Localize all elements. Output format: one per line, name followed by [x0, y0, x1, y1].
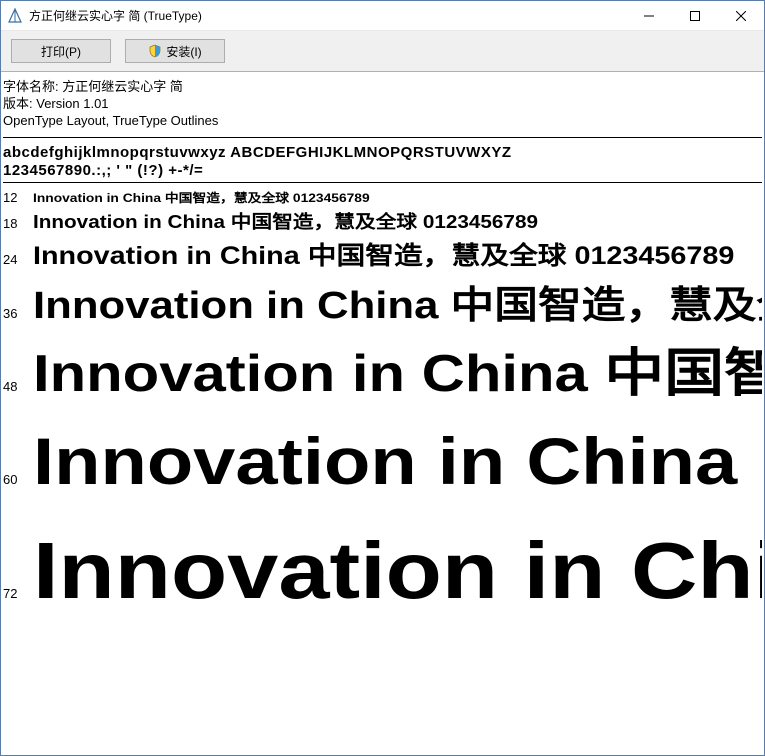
sample-list: 12 Innovation in China 中国智造，慧及全球 0123456…: [3, 189, 762, 622]
titlebar: 方正何继云实心字 简 (TrueType): [1, 1, 764, 31]
sample-text: Innovation in China 中国智造，慧及全球 0123456789: [33, 408, 762, 504]
charset-sample: abcdefghijklmnopqrstuvwxyz ABCDEFGHIJKLM…: [3, 144, 762, 180]
font-layout-info: OpenType Layout, TrueType Outlines: [3, 113, 218, 128]
sample-text: Innovation in China 中国智造，慧及全球 0123456789: [33, 208, 538, 234]
install-button-label: 安装(I): [166, 43, 201, 60]
size-label: 48: [3, 379, 33, 394]
shield-icon: [148, 44, 162, 58]
size-label: 72: [3, 586, 33, 601]
font-meta: 字体名称: 方正何继云实心字 简 版本: Version 1.01 OpenTy…: [3, 76, 762, 135]
font-name-value: 方正何继云实心字 简: [62, 79, 183, 94]
window-title: 方正何继云实心字 简 (TrueType): [29, 7, 626, 24]
sample-row: 12 Innovation in China 中国智造，慧及全球 0123456…: [3, 189, 762, 206]
sample-text: Innovation in China 中国智造，慧及全球 0123456789: [33, 274, 762, 329]
print-button-label: 打印(P): [41, 43, 81, 60]
size-label: 36: [3, 306, 33, 321]
font-name-label: 字体名称:: [3, 79, 59, 94]
separator: [3, 182, 762, 183]
content-area: 字体名称: 方正何继云实心字 简 版本: Version 1.01 OpenTy…: [1, 72, 764, 626]
minimize-button[interactable]: [626, 1, 672, 30]
sample-text: Innovation in China 中国智造，慧及全球 0123456789: [33, 236, 734, 272]
font-version-value: Version 1.01: [36, 96, 108, 111]
sample-row: 24 Innovation in China 中国智造，慧及全球 0123456…: [3, 236, 762, 272]
sample-row: 36 Innovation in China 中国智造，慧及全球 0123456…: [3, 274, 762, 329]
sample-row: 48 Innovation in China 中国智造，慧及全球 0123456…: [3, 331, 762, 406]
sample-row: 60 Innovation in China 中国智造，慧及全球 0123456…: [3, 408, 762, 504]
sample-text: Innovation in China 中国智造，慧及全球 0123456789: [33, 331, 762, 406]
sample-text: Innovation in China 中国智造，慧及全球 0123456789: [33, 189, 370, 206]
charset-line-1: abcdefghijklmnopqrstuvwxyz ABCDEFGHIJKLM…: [3, 144, 762, 162]
size-label: 60: [3, 472, 33, 487]
print-button[interactable]: 打印(P): [11, 39, 111, 63]
charset-line-2: 1234567890.:,; ' " (!?) +-*/=: [3, 162, 762, 180]
close-button[interactable]: [718, 1, 764, 30]
app-icon: [7, 8, 23, 24]
size-label: 18: [3, 216, 33, 231]
toolbar: 打印(P) 安装(I): [1, 31, 764, 72]
install-button[interactable]: 安装(I): [125, 39, 225, 63]
size-label: 12: [3, 190, 33, 205]
separator: [3, 137, 762, 138]
window-controls: [626, 1, 764, 30]
sample-row: 18 Innovation in China 中国智造，慧及全球 0123456…: [3, 208, 762, 234]
maximize-button[interactable]: [672, 1, 718, 30]
size-label: 24: [3, 252, 33, 267]
sample-row: 72 Innovation in China 中国智造，慧及全球 0123456…: [3, 506, 762, 622]
sample-text: Innovation in China 中国智造，慧及全球 0123456789: [33, 506, 762, 622]
font-version-label: 版本:: [3, 96, 33, 111]
